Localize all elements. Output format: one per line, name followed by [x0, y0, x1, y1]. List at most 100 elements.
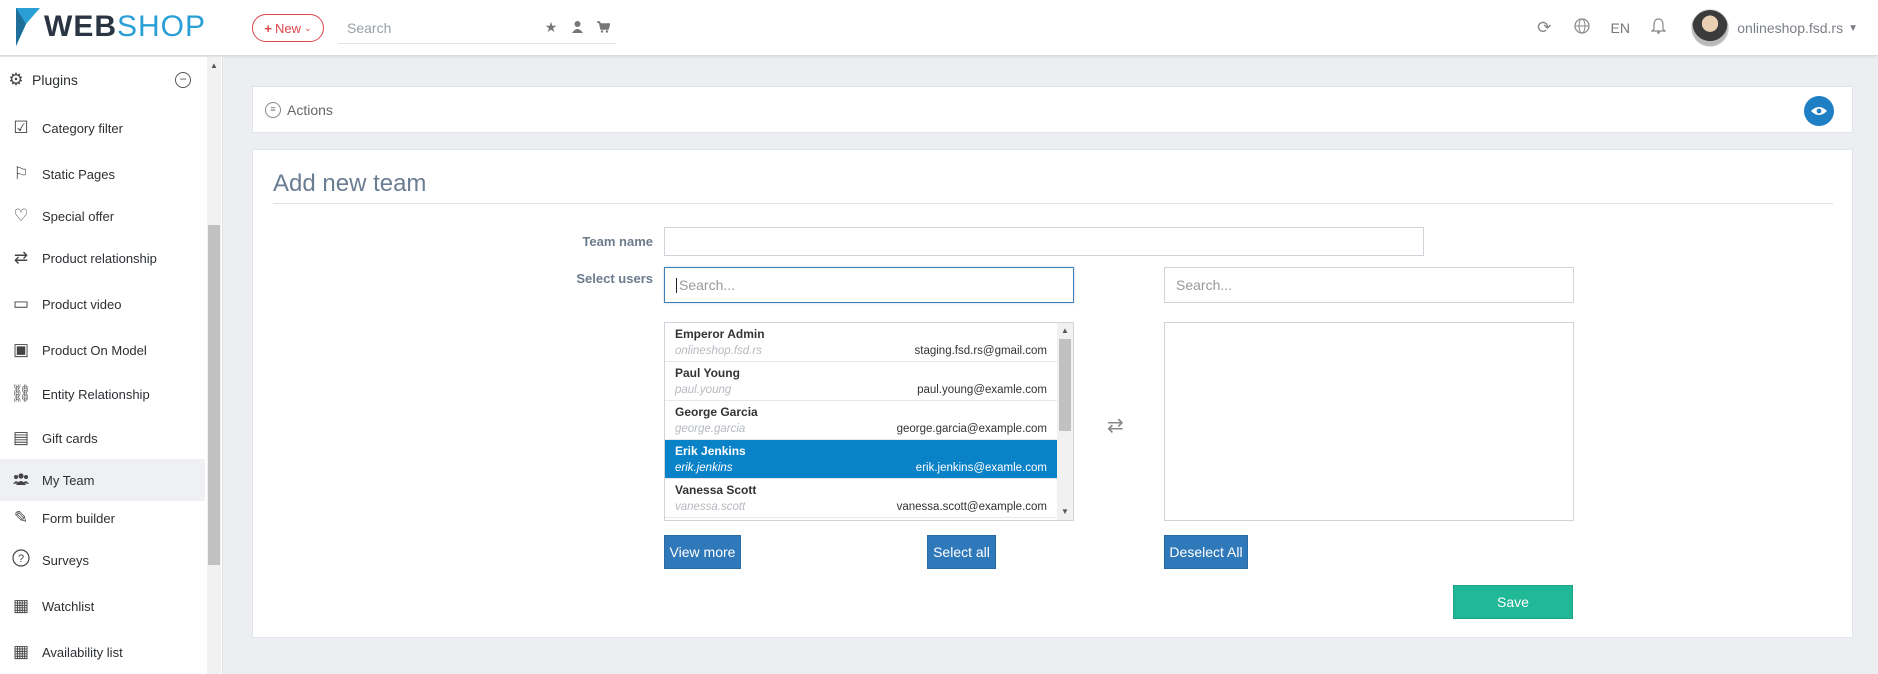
star-icon[interactable]: ★ — [538, 19, 564, 36]
sidebar-item-category-filter[interactable]: ☑ Category filter — [0, 107, 205, 149]
user-row[interactable]: Paul Young paul.young paul.young@examle.… — [665, 362, 1057, 401]
user-email: paul.young@examle.com — [917, 384, 1047, 396]
sidebar-item-label: Entity Relationship — [42, 386, 150, 402]
user-email: staging.fsd.rs@gmail.com — [914, 345, 1047, 357]
user-login: paul.young — [675, 384, 732, 396]
scroll-up-icon[interactable]: ▲ — [210, 61, 218, 70]
top-bar: WEBSHOP + New ⌄ Search ★ ⟳ EN onlineshop… — [0, 0, 1878, 56]
sidebar-item-label: Surveys — [42, 552, 89, 568]
sidebar-item-watchlist[interactable]: ▦ Watchlist — [0, 585, 205, 627]
sidebar-item-entity-relationship[interactable]: ⛓ Entity Relationship — [0, 373, 205, 415]
bookmark-icon: ⚐ — [13, 164, 29, 183]
plus-icon: + — [264, 20, 273, 36]
user-row[interactable]: George Garcia george.garcia george.garci… — [665, 401, 1057, 440]
collapse-icon[interactable]: − — [175, 72, 191, 88]
bell-icon[interactable] — [1639, 17, 1677, 39]
question-icon: ? — [0, 548, 42, 572]
user-list-scrollbar[interactable]: ▲ ▼ — [1057, 323, 1073, 520]
user-login: erik.jenkins — [675, 462, 733, 474]
sidebar-item-label: Static Pages — [42, 166, 115, 182]
user-name: Vanessa Scott — [675, 483, 757, 497]
text-cursor — [676, 277, 677, 293]
user-row[interactable]: Vanessa Scott vanessa.scott vanessa.scot… — [665, 479, 1057, 518]
right-search-input[interactable]: Search... — [1164, 267, 1574, 303]
menu-icon[interactable]: ≡ — [265, 101, 281, 118]
sidebar-item-label: Product video — [42, 296, 122, 312]
sidebar-item-product-video[interactable]: ▭ Product video — [0, 283, 205, 325]
logo-text: WEBSHOP — [44, 10, 207, 43]
cart-icon[interactable] — [590, 20, 616, 36]
save-button[interactable]: Save — [1453, 585, 1573, 619]
video-icon: ▭ — [12, 294, 30, 313]
left-search-input[interactable]: Search... — [664, 267, 1074, 303]
global-search[interactable]: Search ★ — [338, 12, 616, 44]
heart-icon: ♡ — [13, 206, 29, 225]
sidebar-item-my-team[interactable]: My Team — [0, 459, 205, 501]
eye-icon — [1811, 107, 1827, 115]
new-button[interactable]: + New ⌄ — [252, 14, 324, 42]
refresh-icon[interactable]: ⟳ — [1525, 18, 1563, 38]
team-name-input[interactable] — [664, 227, 1424, 256]
globe-icon[interactable] — [1563, 17, 1601, 39]
user-row-selected[interactable]: Erik Jenkins erik.jenkins erik.jenkins@e… — [665, 440, 1057, 479]
sidebar-header-label: Plugins — [32, 72, 78, 88]
user-email: george.garcia@example.com — [896, 423, 1047, 435]
sidebar-item-special-offer[interactable]: ♡ Special offer — [0, 195, 205, 237]
sidebar-header-plugins[interactable]: ⚙ Plugins − — [0, 59, 205, 101]
sidebar-item-product-on-model[interactable]: ▣ Product On Model — [0, 329, 205, 371]
sidebar-item-label: Product On Model — [42, 342, 147, 358]
selected-users-list[interactable] — [1164, 322, 1574, 521]
search-input[interactable]: Search — [338, 20, 538, 36]
actions-button[interactable]: Actions — [287, 102, 333, 118]
user-row[interactable]: Emperor Admin onlineshop.fsd.rs staging.… — [665, 323, 1057, 362]
user-name: George Garcia — [675, 405, 758, 419]
user-email: erik.jenkins@examle.com — [915, 462, 1047, 474]
sidebar-item-form-builder[interactable]: ✎ Form builder — [0, 497, 205, 539]
chevron-down-icon[interactable]: ▼ — [1848, 23, 1858, 34]
language-switch[interactable]: EN — [1601, 20, 1639, 36]
preview-eye-button[interactable] — [1804, 96, 1834, 126]
swap-arrows-icon[interactable]: ⇄ — [1107, 413, 1124, 438]
sidebar-item-product-relationship[interactable]: ⇄ Product relationship — [0, 237, 205, 279]
scroll-up-icon[interactable]: ▲ — [1061, 326, 1069, 335]
sidebar-scrollbar[interactable]: ▲ — [207, 57, 221, 674]
left-search-placeholder: Search... — [679, 277, 736, 293]
sidebar-item-label: Form builder — [42, 510, 115, 526]
availability-icon: ▦ — [12, 642, 30, 661]
actions-bar: ≡ Actions — [252, 86, 1853, 133]
link-icon: ⛓ — [10, 384, 32, 403]
sidebar-item-surveys[interactable]: ? Surveys — [0, 539, 205, 581]
user-list-scroll-thumb[interactable] — [1059, 339, 1071, 431]
select-all-button[interactable]: Select all — [927, 535, 996, 569]
sidebar-item-label: My Team — [42, 472, 95, 488]
plugins-icon: ⚙ — [8, 70, 24, 89]
user-name: Erik Jenkins — [675, 444, 746, 458]
sidebar-item-label: Product relationship — [42, 250, 157, 266]
users-icon — [0, 470, 42, 490]
title-divider — [273, 203, 1833, 204]
scroll-down-icon[interactable]: ▼ — [1061, 507, 1069, 516]
user-login: onlineshop.fsd.rs — [675, 345, 762, 357]
shuffle-icon: ⇄ — [13, 248, 29, 267]
user-login: george.garcia — [675, 423, 746, 435]
available-users-list[interactable]: Emperor Admin onlineshop.fsd.rs staging.… — [664, 322, 1074, 521]
sidebar-scroll-thumb[interactable] — [208, 225, 220, 565]
avatar[interactable] — [1691, 9, 1730, 47]
sidebar-item-gift-cards[interactable]: ▤ Gift cards — [0, 417, 205, 459]
user-name[interactable]: onlineshop.fsd.rs — [1737, 20, 1843, 36]
svg-text:?: ? — [18, 553, 24, 565]
image-icon: ▣ — [12, 340, 30, 359]
sidebar-item-availability-list[interactable]: ▦ Availability list — [0, 631, 205, 673]
person-icon[interactable] — [564, 20, 590, 36]
webshop-logo[interactable]: WEBSHOP — [14, 8, 206, 46]
gift-icon: ▤ — [12, 428, 30, 447]
deselect-all-button[interactable]: Deselect All — [1164, 535, 1248, 569]
sidebar-item-static-pages[interactable]: ⚐ Static Pages — [0, 153, 205, 195]
page-title: Add new team — [273, 170, 427, 197]
user-login: vanessa.scott — [675, 501, 746, 513]
sidebar-item-label: Watchlist — [42, 598, 95, 614]
wand-icon: ✎ — [13, 508, 29, 527]
chevron-down-icon: ⌄ — [304, 22, 312, 33]
category-filter-icon: ☑ — [13, 118, 29, 137]
view-more-button[interactable]: View more — [664, 535, 741, 569]
